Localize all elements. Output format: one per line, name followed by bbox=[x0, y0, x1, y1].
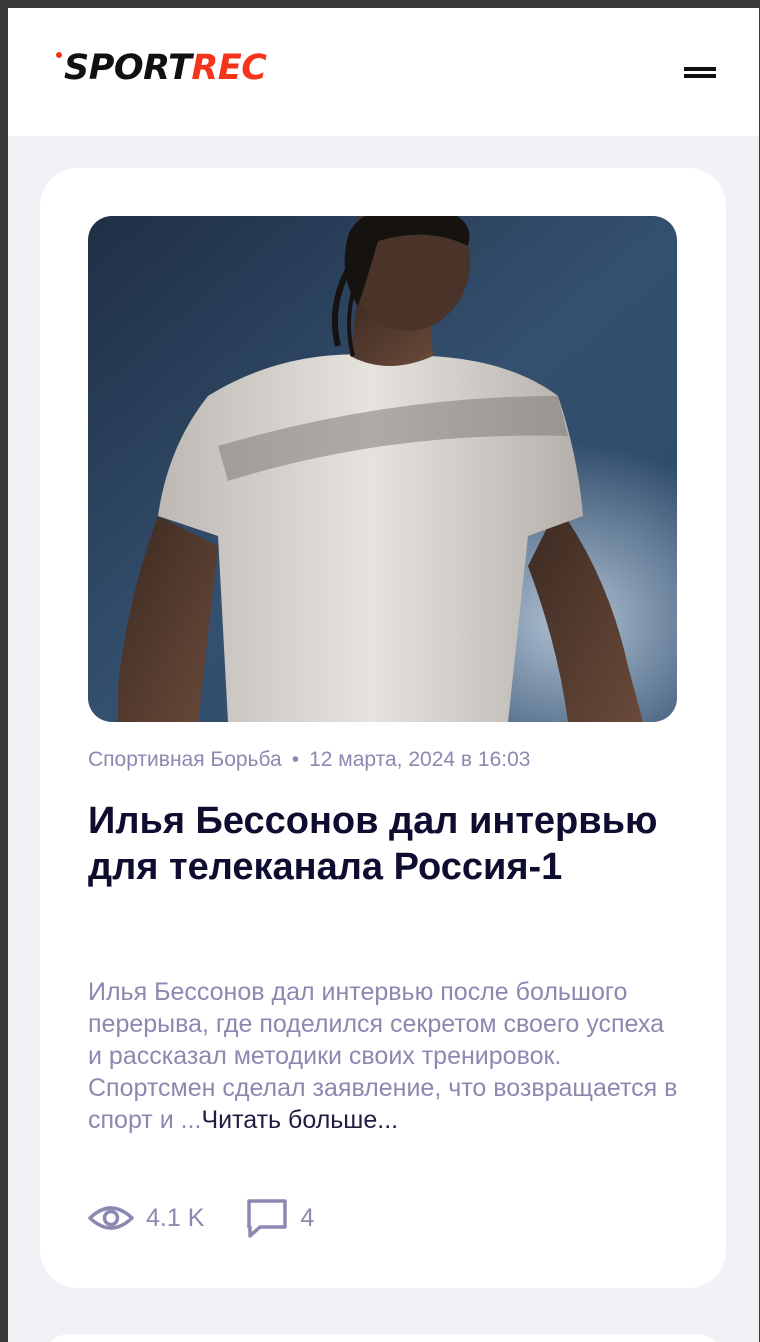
article-meta: Спортивная Борьба • 12 марта, 2024 в 16:03 bbox=[88, 746, 530, 774]
article-category[interactable]: Спортивная Борьба bbox=[88, 748, 282, 771]
logo-dot bbox=[56, 52, 62, 58]
next-news-card[interactable] bbox=[40, 1334, 726, 1342]
meta-separator: • bbox=[291, 748, 300, 771]
comment-icon bbox=[247, 1199, 288, 1238]
news-card[interactable]: Спортивная Борьба • 12 марта, 2024 в 16:03… bbox=[40, 168, 726, 1288]
article-excerpt: Илья Бессонов дал интервью после большог… bbox=[88, 976, 678, 1136]
read-more-link[interactable]: Читать больше... bbox=[201, 1106, 398, 1134]
views-counter: 4.1 K bbox=[88, 1202, 204, 1234]
article-date: 12 марта, 2024 в 16:03 bbox=[309, 748, 531, 771]
page: SPORTREC Спортивная Борьба • 12 марта, 2… bbox=[8, 8, 759, 1342]
article-photo[interactable] bbox=[88, 216, 677, 722]
hamburger-icon-line bbox=[684, 67, 716, 71]
site-header: SPORTREC bbox=[8, 8, 759, 136]
comments-counter[interactable]: 4 bbox=[246, 1197, 314, 1239]
article-stats: 4.1 K 4 bbox=[88, 1198, 314, 1238]
eye-icon bbox=[88, 1206, 134, 1230]
article-title[interactable]: Илья Бессонов дал интервью для телеканал… bbox=[88, 798, 678, 890]
athlete-photo bbox=[88, 216, 677, 722]
comments-count: 4 bbox=[300, 1203, 315, 1232]
site-logo[interactable]: SPORTREC bbox=[56, 46, 267, 90]
hamburger-icon-line bbox=[684, 74, 716, 78]
views-count: 4.1 K bbox=[146, 1203, 205, 1232]
logo-text-rec: REC bbox=[191, 48, 267, 88]
hamburger-menu-button[interactable] bbox=[680, 58, 720, 86]
logo-text-sport: SPORT bbox=[64, 48, 192, 88]
